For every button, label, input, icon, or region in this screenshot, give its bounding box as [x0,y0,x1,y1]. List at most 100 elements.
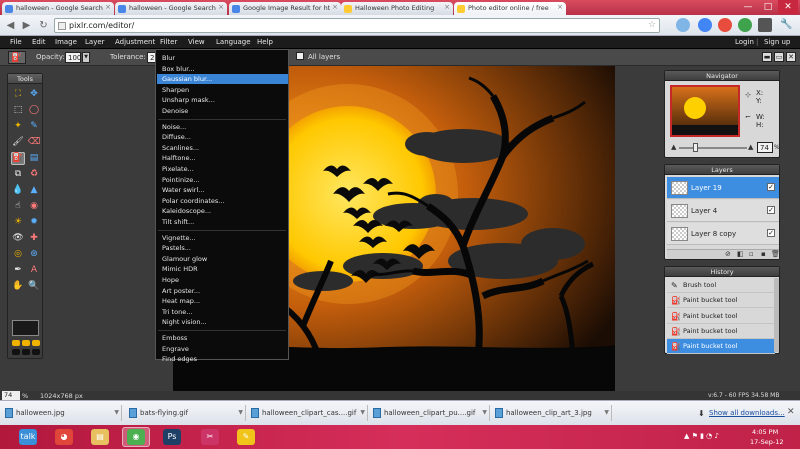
reset-colors-icon[interactable] [22,340,30,346]
move-icon[interactable]: ✥ [27,88,41,101]
history-scrollbar[interactable] [774,278,779,352]
menu-image[interactable]: Image [55,38,77,46]
replace-icon[interactable]: ♻ [27,168,41,181]
menu-file[interactable]: File [10,38,22,46]
filter-menu-item[interactable]: Polar coordinates... [157,196,288,206]
filter-menu-item[interactable]: Pixelate... [157,164,288,174]
marquee-icon[interactable]: ⬚ [11,104,25,117]
clone-icon[interactable]: ⧉ [11,168,25,181]
browser-tab[interactable]: halloween - Google Search × [115,2,227,15]
filter-menu-item[interactable]: Blur [157,53,288,63]
login-link[interactable]: Login [735,38,754,46]
menu-adjustment[interactable]: Adjustment [115,38,155,46]
drop-icon[interactable]: 💧 [11,184,25,197]
panel-close-icon[interactable]: ✕ [786,52,796,62]
address-bar[interactable]: pixlr.com/editor/ ☆ [54,18,660,33]
ext-arrow-icon[interactable] [676,18,690,32]
browser-tab[interactable]: halloween - Google Search × [2,2,114,15]
filter-menu-item[interactable]: Mimic HDR [157,264,288,274]
filter-menu-item[interactable]: Night vision... [157,317,288,327]
navigator-thumbnail[interactable] [670,85,740,137]
filter-menu-item[interactable]: Unsharp mask... [157,95,288,105]
filter-menu-item[interactable]: Heat map... [157,296,288,306]
smudge-icon[interactable]: ☝ [11,200,25,213]
filter-menu-item[interactable]: Glamour glow [157,254,288,264]
tab-close-icon[interactable]: × [105,3,111,11]
filter-menu-item[interactable]: Find edges [157,354,288,364]
history-item[interactable]: ✎ Brush tool [667,278,775,293]
filter-menu-item[interactable]: Denoise [157,106,288,116]
explorer-taskbar-icon[interactable]: ▤ [86,427,114,447]
history-item[interactable]: ⛽ Paint bucket tool [667,293,775,309]
download-item[interactable]: halloween_clip_art_3.jpg ▼ [494,405,612,421]
filter-menu-item[interactable]: Diffuse... [157,132,288,142]
filter-menu-item[interactable]: Pastels... [157,243,288,253]
hand-icon[interactable]: ✋ [11,280,25,293]
show-all-downloads-link[interactable]: Show all downloads... [709,409,785,417]
layer-visibility-checkbox[interactable]: ✓ [767,206,775,214]
filter-menu-item[interactable]: Noise... [157,122,288,132]
filter-menu-item[interactable]: Vignette... [157,233,288,243]
photoshop-taskbar-icon[interactable]: Ps [158,427,186,447]
tab-close-icon[interactable]: × [218,3,224,11]
filter-menu-item[interactable]: Pointinize... [157,175,288,185]
reload-icon[interactable]: ↻ [37,19,50,32]
filter-menu-item[interactable]: Sharpen [157,85,288,95]
layer-delete-icon[interactable]: 🗑 [771,250,780,258]
tab-close-icon[interactable]: × [332,3,338,11]
pencil-icon[interactable]: ✎ [27,120,41,133]
layer-row[interactable]: Layer 4 ✓ [667,200,779,222]
picasa-taskbar-icon[interactable]: ◕ [50,427,78,447]
eraser-icon[interactable]: ⌫ [27,136,41,149]
close-downloads-icon[interactable]: ✕ [787,407,795,417]
wand-icon[interactable]: ✦ [11,120,25,133]
history-item[interactable]: ⛽ Paint bucket tool [667,309,775,324]
menu-edit[interactable]: Edit [32,38,46,46]
color-swatch[interactable] [12,320,39,336]
history-item[interactable]: ⛽ Paint bucket tool [667,324,775,339]
pinch-icon[interactable]: ⊛ [27,248,41,261]
minimize-button[interactable]: — [738,0,758,14]
star-icon[interactable]: ☆ [648,20,656,30]
colorpick-icon[interactable]: ✒ [11,264,25,277]
ext-red-icon[interactable] [718,18,732,32]
dodge-icon[interactable]: ☀ [11,216,25,229]
color-option-icon[interactable] [32,340,40,346]
tray-icons[interactable]: ▲ ⚑ ▮ ◔ ♪ [684,432,719,440]
menu-language[interactable]: Language [216,38,251,46]
burn-icon[interactable]: ✹ [27,216,41,229]
filter-menu-item[interactable]: Tri tone... [157,307,288,317]
browser-tab[interactable]: Halloween Photo Editing × [341,2,453,15]
paint-taskbar-icon[interactable]: ✎ [232,427,260,447]
paint-bucket-icon[interactable]: ⛽ [8,51,26,64]
dropdown-arrow-icon[interactable]: ▼ [360,405,365,421]
opacity-dropdown-icon[interactable]: ▼ [82,52,90,63]
filter-menu-item[interactable]: Gaussian blur... [157,74,288,85]
zoom-in-icon[interactable]: ▲ [748,143,753,151]
type-icon[interactable]: A [27,264,41,277]
filter-menu-item[interactable]: Art poster... [157,286,288,296]
opacity-input[interactable]: 100 [65,52,81,63]
filter-menu-item[interactable]: Engrave [157,344,288,354]
layer-new-icon[interactable]: ▫ [749,250,754,258]
tool-taskbar-icon[interactable]: ✂ [196,427,224,447]
dropdown-arrow-icon[interactable]: ▼ [114,405,119,421]
clock-date[interactable]: 17-Sep-12 [750,438,783,446]
spot-heal-icon[interactable]: ✚ [27,232,41,245]
download-item[interactable]: halloween_clipart_cas....gif ▼ [250,405,368,421]
browser-tab[interactable]: Photo editor online / free × [454,2,566,15]
filter-menu-item[interactable]: Kaleidoscope... [157,206,288,216]
tab-close-icon[interactable]: × [444,3,450,11]
talk-taskbar-icon[interactable]: talk [14,427,42,447]
filter-menu-item[interactable]: Water swirl... [157,185,288,195]
mask-icon[interactable] [12,349,20,355]
wrench-icon[interactable]: 🔧 [780,18,793,31]
filter-menu-item[interactable]: Emboss [157,333,288,343]
zoom-out-icon[interactable]: ▲ [671,143,676,151]
filter-menu-item[interactable]: Halftone... [157,153,288,163]
download-item[interactable]: halloween.jpg ▼ [4,405,122,421]
bucket-icon[interactable]: ⛽ [11,152,25,165]
back-icon[interactable]: ◀ [4,19,17,32]
panel-minimize-icon[interactable]: ▬ [762,52,772,62]
filter-menu-item[interactable]: Tilt shift... [157,217,288,227]
